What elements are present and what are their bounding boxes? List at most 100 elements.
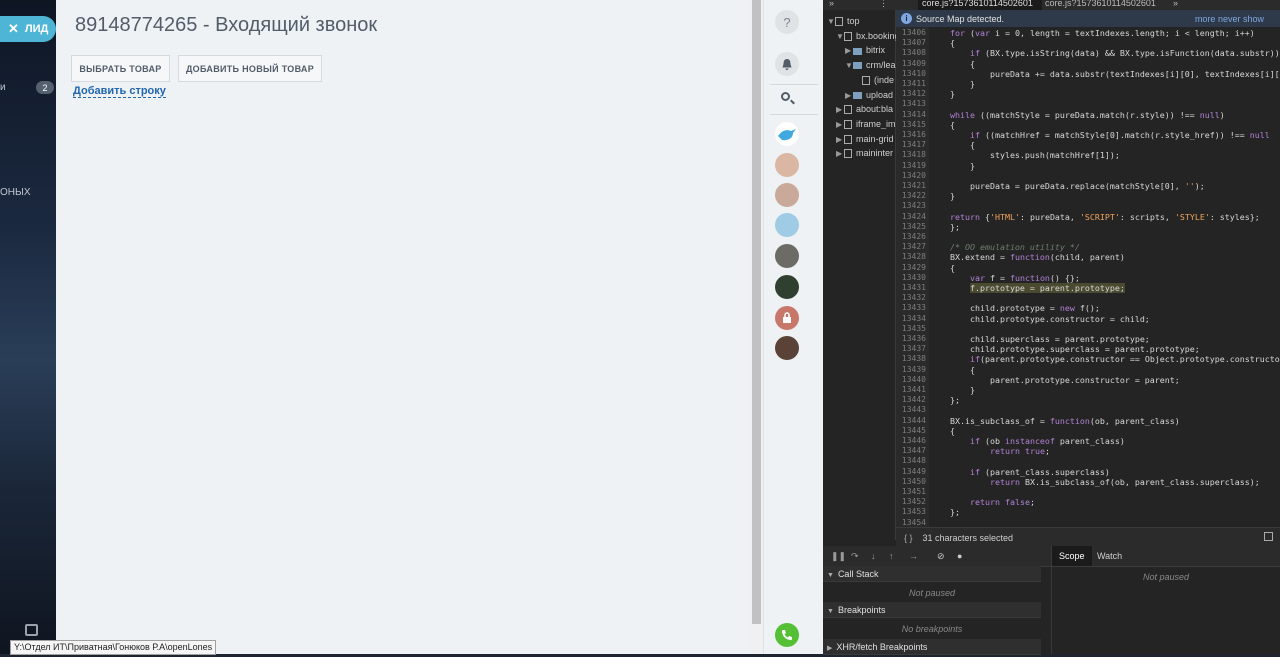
line-number[interactable]: 13452	[896, 497, 926, 507]
line-number[interactable]: 13411	[896, 79, 926, 89]
tree-item[interactable]: ▶ bitrix	[845, 45, 885, 55]
line-number[interactable]: 13406	[896, 28, 926, 38]
avatar[interactable]	[775, 183, 799, 207]
line-number[interactable]: 13429	[896, 263, 926, 273]
line-number[interactable]: 13436	[896, 334, 926, 344]
line-number[interactable]: 13410	[896, 69, 926, 79]
line-number[interactable]: 13449	[896, 467, 926, 477]
line-number[interactable]: 13443	[896, 405, 926, 415]
avatar[interactable]	[775, 336, 799, 360]
add-new-product-button[interactable]: ДОБАВИТЬ НОВЫЙ ТОВАР	[178, 55, 322, 82]
line-number[interactable]: 13416	[896, 130, 926, 140]
choose-product-button[interactable]: ВЫБРАТЬ ТОВАР	[71, 55, 170, 82]
tree-item[interactable]: ▶ upload	[845, 90, 893, 100]
line-number[interactable]: 13408	[896, 48, 926, 58]
line-number[interactable]: 13423	[896, 201, 926, 211]
avatar[interactable]	[775, 213, 799, 237]
xhr-breakpoints-header[interactable]: ▶ XHR/fetch Breakpoints	[823, 639, 1041, 655]
line-number[interactable]: 13419	[896, 161, 926, 171]
tree-item[interactable]: ▶ iframe_im	[836, 119, 896, 130]
line-number[interactable]: 13415	[896, 120, 926, 130]
line-number[interactable]: 13427	[896, 242, 926, 252]
line-number[interactable]: 13442	[896, 395, 926, 405]
line-number[interactable]: 13448	[896, 456, 926, 466]
line-number[interactable]: 13440	[896, 375, 926, 385]
line-number[interactable]: 13453	[896, 507, 926, 517]
line-number[interactable]: 13451	[896, 487, 926, 497]
add-row-link[interactable]: Добавить строку	[73, 85, 166, 98]
tree-item[interactable]: ▶ main-grid	[836, 134, 894, 144]
line-number[interactable]: 13433	[896, 303, 926, 313]
tree-item[interactable]: ▼ bx.booking	[836, 31, 900, 41]
line-number[interactable]: 13435	[896, 324, 926, 334]
code-editor[interactable]: 13406 13407 13408 13409 13410 13411 13412 13413…	[896, 27, 1280, 527]
tab-overflow[interactable]: »	[1173, 0, 1178, 10]
call-stack-header[interactable]: ▼ Call Stack	[823, 566, 1041, 582]
line-number[interactable]: 13445	[896, 426, 926, 436]
line-number[interactable]: 13447	[896, 446, 926, 456]
lock-icon[interactable]	[775, 306, 799, 330]
line-number[interactable]: 13422	[896, 191, 926, 201]
breakpoints-header[interactable]: ▼ Breakpoints	[823, 602, 1041, 618]
line-number[interactable]: 13437	[896, 344, 926, 354]
line-number[interactable]: 13425	[896, 222, 926, 232]
search-icon[interactable]	[781, 92, 790, 101]
line-number[interactable]: 13421	[896, 181, 926, 191]
navigator-toggle-icon[interactable]: »	[829, 0, 834, 10]
line-number[interactable]: 13430	[896, 273, 926, 283]
line-number[interactable]: 13420	[896, 171, 926, 181]
bell-icon[interactable]	[775, 52, 799, 76]
close-lead-button[interactable]: ✕ ЛИД	[0, 16, 56, 42]
tree-item[interactable]: (inde	[854, 75, 894, 85]
line-number[interactable]: 13450	[896, 477, 926, 487]
line-number[interactable]: 13434	[896, 314, 926, 324]
line-number[interactable]: 13428	[896, 252, 926, 262]
tree-item[interactable]: ▼ crm/lea	[845, 60, 896, 70]
toggle-drawer-icon[interactable]	[1264, 532, 1273, 541]
avatar[interactable]	[775, 244, 799, 268]
step-into-icon[interactable]: ↓	[871, 552, 879, 561]
pause-icon[interactable]: ❚❚	[831, 552, 846, 561]
tree-item-label: bitrix	[866, 45, 886, 56]
line-number[interactable]: 13412	[896, 89, 926, 99]
line-number[interactable]: 13441	[896, 385, 926, 395]
line-number[interactable]: 13424	[896, 212, 926, 222]
line-number[interactable]: 13432	[896, 293, 926, 303]
line-number[interactable]: 13426	[896, 232, 926, 242]
phone-call-button[interactable]	[775, 623, 799, 647]
deactivate-breakpoints-icon[interactable]: ⊘	[937, 552, 945, 561]
more-icon[interactable]: ⋮	[879, 0, 888, 10]
bird-icon[interactable]	[775, 122, 799, 146]
line-number[interactable]: 13409	[896, 59, 926, 69]
line-number[interactable]: 13431	[896, 283, 926, 293]
tab-core-js[interactable]: core.js?1573610114502601	[918, 0, 1042, 10]
step-over-icon[interactable]: ↷	[851, 552, 859, 561]
tree-item[interactable]: ▶ about:bla	[836, 104, 893, 115]
scrollbar-thumb[interactable]	[752, 0, 761, 624]
step-out-icon[interactable]: ↑	[889, 552, 897, 561]
line-number[interactable]: 13454	[896, 518, 926, 527]
tab-watch[interactable]: Watch	[1090, 546, 1129, 566]
line-number[interactable]: 13407	[896, 38, 926, 48]
line-number[interactable]: 13444	[896, 416, 926, 426]
pretty-print-button[interactable]: { }	[904, 533, 913, 543]
line-number[interactable]: 13413	[896, 99, 926, 109]
tree-item[interactable]: ▶ maininter	[836, 148, 893, 159]
step-icon[interactable]: →	[909, 552, 918, 561]
avatar[interactable]	[775, 153, 799, 177]
tab-scope[interactable]: Scope	[1052, 546, 1092, 566]
help-icon[interactable]: ?	[775, 10, 799, 34]
line-number[interactable]: 13417	[896, 140, 926, 150]
line-number[interactable]: 13414	[896, 110, 926, 120]
avatar[interactable]	[775, 275, 799, 299]
print-icon[interactable]	[25, 624, 38, 636]
line-number[interactable]: 13446	[896, 436, 926, 446]
tree-item[interactable]: ▼ top	[827, 16, 860, 27]
line-number[interactable]: 13438	[896, 354, 926, 364]
line-number[interactable]: 13418	[896, 150, 926, 160]
source-map-more-link[interactable]: more	[1195, 14, 1216, 24]
tab-core-js-2[interactable]: core.js?1573610114502601	[1045, 0, 1156, 10]
pause-on-exceptions-icon[interactable]: ●	[957, 552, 965, 561]
source-map-never-link[interactable]: never show	[1218, 14, 1264, 24]
line-number[interactable]: 13439	[896, 365, 926, 375]
